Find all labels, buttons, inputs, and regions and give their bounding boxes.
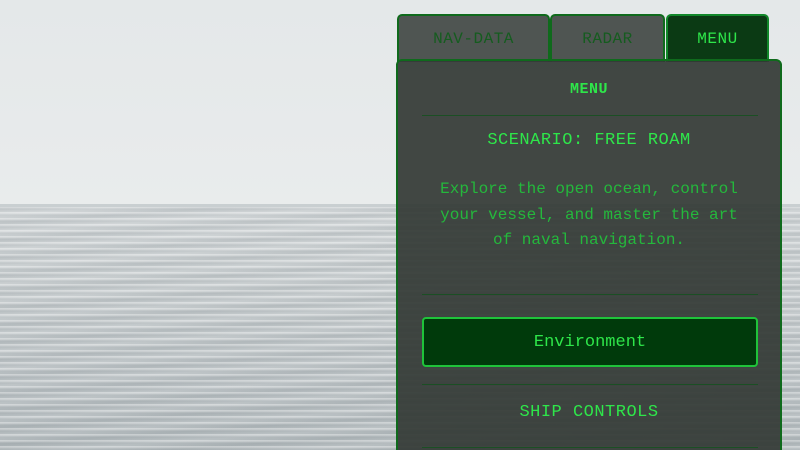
panel-title: MENU [569, 81, 608, 98]
tab-nav-data[interactable]: NAV-DATA [397, 14, 550, 62]
divider [422, 384, 758, 385]
hud-panel: NAV-DATA RADAR MENU MENU SCENARIO: FREE … [396, 14, 782, 450]
tab-radar[interactable]: RADAR [550, 14, 665, 62]
divider [422, 447, 758, 448]
tab-bar: NAV-DATA RADAR MENU [396, 14, 782, 62]
ship-controls-section-header[interactable]: SHIP CONTROLS [398, 403, 780, 422]
divider [422, 294, 758, 295]
tab-menu[interactable]: MENU [666, 14, 769, 62]
menu-panel: MENU SCENARIO: FREE ROAM Explore the ope… [396, 59, 782, 450]
environment-button[interactable]: Environment [422, 317, 758, 367]
divider [422, 115, 758, 116]
scenario-title: SCENARIO: FREE ROAM [487, 131, 691, 150]
scenario-description: Explore the open ocean, control your ves… [440, 180, 738, 249]
